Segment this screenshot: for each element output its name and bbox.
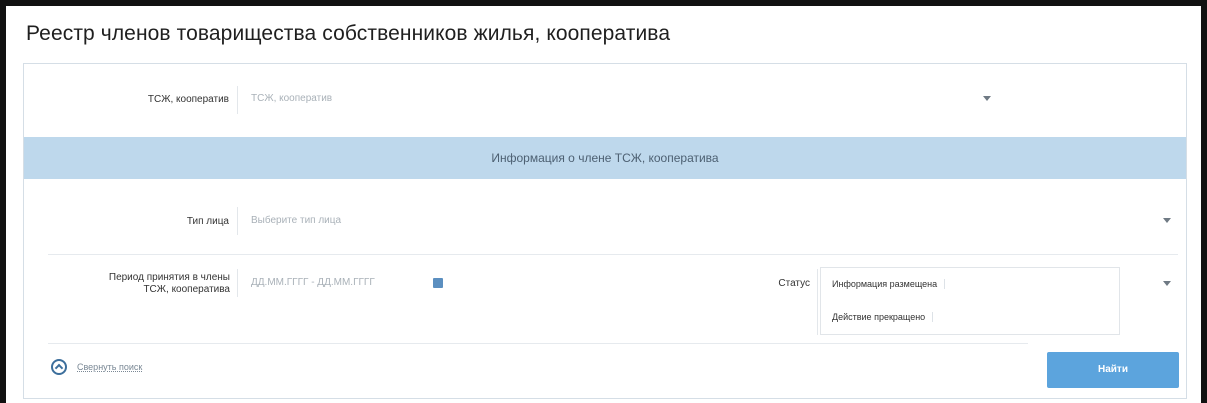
collapse-search-link[interactable]: Свернуть поиск [77,362,142,372]
tszh-select[interactable]: ТСЖ, кооператив [239,84,999,114]
section-header-title: Информация о члене ТСЖ, кооператива [491,151,719,165]
page-title: Реестр членов товарищества собственников… [26,22,671,45]
period-label-line2: ТСЖ, кооператива [143,284,230,295]
person-type-separator [237,207,238,235]
collapse-up-icon[interactable] [51,359,67,375]
period-date-range-input[interactable]: ДД.ММ.ГГГГ - ДД.ММ.ГГГГ [239,268,459,298]
remove-tag-icon[interactable] [932,312,941,322]
chevron-down-icon[interactable] [1163,281,1171,286]
status-tag-label: Действие прекращено [832,312,926,322]
period-separator [237,269,238,297]
period-placeholder: ДД.ММ.ГГГГ - ДД.ММ.ГГГГ [251,277,375,288]
divider [48,343,1028,344]
status-tag[interactable]: Действие прекращено [824,307,948,327]
divider [48,254,1178,255]
period-label: Период принятия в члены ТСЖ, кооператива [44,272,230,296]
chevron-down-icon[interactable] [983,96,991,101]
person-type-select[interactable]: Выберите тип лица [239,205,1179,237]
chevron-down-icon[interactable] [1163,218,1171,223]
person-type-label: Тип лица [186,216,229,227]
period-label-line1: Период принятия в члены [108,272,230,283]
status-label: Статус [778,278,810,289]
tszh-placeholder: ТСЖ, кооператив [251,93,333,104]
tszh-separator [237,86,238,114]
section-header: Информация о члене ТСЖ, кооператива [24,137,1186,179]
status-tag-label: Информация размещена [832,279,938,289]
tszh-label: ТСЖ, кооператив [147,94,229,105]
window-frame-right [1201,0,1207,403]
window-frame-top [0,0,1207,6]
remove-tag-icon[interactable] [944,279,953,289]
status-separator [817,269,818,335]
find-button[interactable]: Найти [1047,352,1179,388]
window-frame-left [0,0,6,403]
status-multiselect[interactable]: Информация размещена Действие прекращено [820,267,1120,335]
search-panel: ТСЖ, кооператив ТСЖ, кооператив Информац… [23,63,1187,399]
calendar-icon[interactable] [433,278,443,288]
person-type-placeholder: Выберите тип лица [251,215,342,226]
status-tag[interactable]: Информация размещена [824,274,960,294]
